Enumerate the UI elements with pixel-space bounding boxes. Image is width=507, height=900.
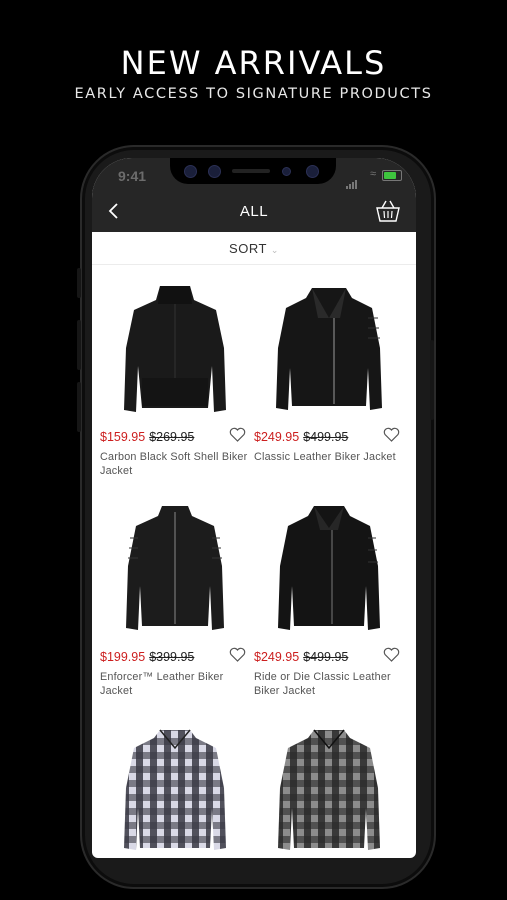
price-row: $249.95 $499.95 bbox=[254, 647, 404, 666]
heart-icon[interactable] bbox=[383, 647, 400, 663]
camera-icon bbox=[184, 165, 197, 178]
product-image[interactable] bbox=[262, 724, 396, 858]
signal-icon bbox=[346, 171, 358, 189]
sensor-icon bbox=[208, 165, 221, 178]
chevron-down-icon: ⌄ bbox=[270, 245, 279, 255]
price-row: $159.95 $269.95 bbox=[100, 427, 250, 446]
heart-icon[interactable] bbox=[229, 427, 246, 443]
original-price: $269.95 bbox=[149, 430, 195, 444]
product-name[interactable]: Ride or Die Classic Leather Biker Jacket bbox=[254, 670, 404, 698]
status-bar: 9:41 ≈ bbox=[92, 158, 416, 190]
wifi-icon: ≈ bbox=[369, 168, 376, 180]
home-indicator[interactable] bbox=[196, 853, 314, 856]
price-row: $199.95 $399.95 bbox=[100, 647, 250, 666]
battery-icon bbox=[382, 170, 402, 181]
front-camera-icon bbox=[306, 165, 319, 178]
sort-bar[interactable]: SORT ⌄ bbox=[92, 232, 416, 265]
sale-price: $199.95 bbox=[100, 650, 146, 664]
phone-volume-down bbox=[77, 382, 81, 432]
status-time: 9:41 bbox=[118, 168, 147, 184]
product-name[interactable]: Carbon Black Soft Shell Biker Jacket bbox=[100, 450, 250, 478]
price-row: $249.95 $499.95 bbox=[254, 427, 404, 446]
sort-label: SORT bbox=[229, 241, 267, 256]
sort-button[interactable]: SORT ⌄ bbox=[92, 241, 416, 256]
phone-power-button bbox=[430, 340, 434, 420]
product-image[interactable] bbox=[262, 498, 396, 638]
promo-subtitle: EARLY ACCESS TO SIGNATURE PRODUCTS bbox=[74, 86, 433, 102]
product-name[interactable]: Classic Leather Biker Jacket bbox=[254, 450, 404, 464]
speaker-grill bbox=[232, 169, 270, 173]
original-price: $499.95 bbox=[303, 430, 349, 444]
app-screen: 9:41 ≈ ALL SORT ⌄ $159.95 $269.95 Carbon… bbox=[92, 158, 416, 858]
product-image[interactable] bbox=[108, 498, 242, 638]
heart-icon[interactable] bbox=[383, 427, 400, 443]
product-image[interactable] bbox=[108, 278, 242, 418]
phone-side-button bbox=[77, 268, 81, 298]
proximity-icon bbox=[282, 167, 291, 176]
heart-icon[interactable] bbox=[229, 647, 246, 663]
product-name[interactable]: Enforcer™ Leather Biker Jacket bbox=[100, 670, 250, 698]
sale-price: $159.95 bbox=[100, 430, 146, 444]
product-image[interactable] bbox=[262, 278, 396, 418]
basket-icon[interactable] bbox=[374, 197, 402, 225]
nav-bar: ALL bbox=[92, 190, 416, 232]
phone-volume-up bbox=[77, 320, 81, 370]
notch bbox=[170, 158, 336, 184]
original-price: $499.95 bbox=[303, 650, 349, 664]
sale-price: $249.95 bbox=[254, 430, 300, 444]
promo-title: NEW ARRIVALS bbox=[120, 44, 387, 82]
sale-price: $249.95 bbox=[254, 650, 300, 664]
original-price: $399.95 bbox=[149, 650, 195, 664]
product-image[interactable] bbox=[108, 724, 242, 858]
page-title: ALL bbox=[239, 203, 269, 220]
